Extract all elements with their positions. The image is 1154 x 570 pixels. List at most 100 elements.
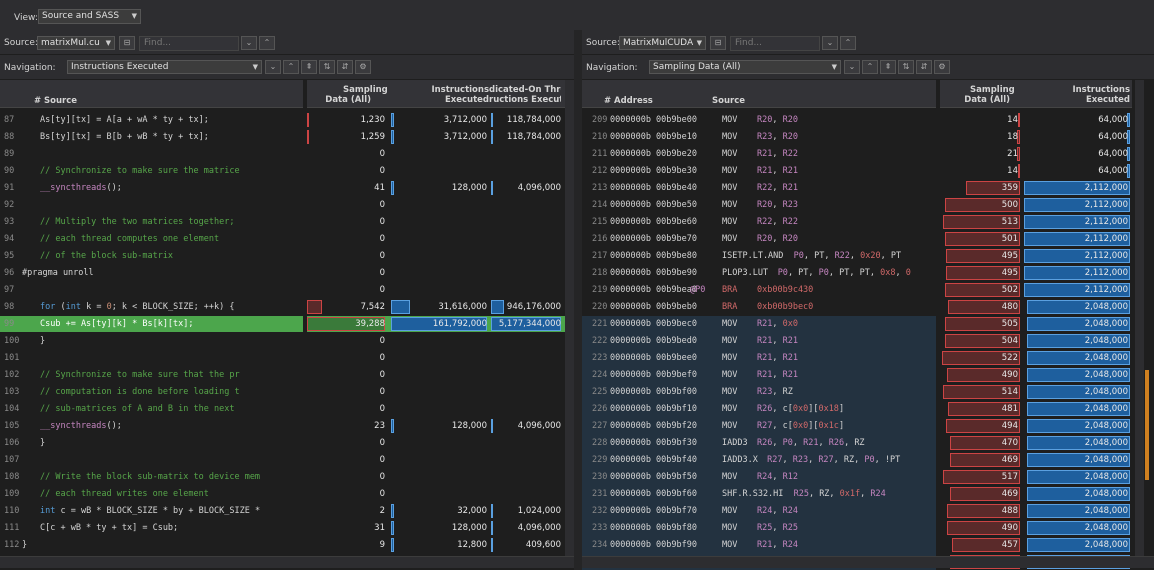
operand-token: R24 — [870, 489, 886, 499]
sass-line[interactable]: 234 0000000b 00b9bf90 MOV R21, R24 — [582, 537, 936, 554]
col-sampling-1[interactable]: Sampling — [343, 85, 388, 95]
left-vertical-scrollbar[interactable] — [565, 80, 574, 562]
left-source-select[interactable]: matrixMul.cu ▼ — [37, 36, 115, 50]
col-pred-1[interactable]: dicated-On Threa — [489, 85, 561, 95]
sass-line[interactable]: 215 0000000b 00b9be60 MOV R22, R22 — [582, 214, 936, 231]
sass-line[interactable]: 221 0000000b 00b9bec0 MOV R21, 0x0 — [582, 316, 936, 333]
sass-line[interactable]: 231 0000000b 00b9bf60 SHF.R.S32.HI R25, RZ,… — [582, 486, 936, 503]
settings-icon[interactable]: ⚙ — [934, 60, 950, 74]
find-next-button[interactable]: ⌃ — [259, 36, 275, 50]
left-source-code[interactable]: 87 As[ty][tx] = A[a + wA * ty + tx]; 88 B… — [0, 112, 303, 567]
sass-line[interactable]: 219 0000000b 00b9bea0 @P0 BRA 0xb00b9c430 — [582, 282, 936, 299]
right-horizontal-scrollbar[interactable] — [582, 556, 1154, 568]
metric-value: 2,048,000 — [1084, 353, 1128, 363]
source-line[interactable]: 103 // computation is done before loadin… — [0, 384, 303, 401]
source-line[interactable]: 111 C[c + wB * ty + tx] = Csub; — [0, 520, 303, 537]
sass-line[interactable]: 214 0000000b 00b9be50 MOV R20, R23 — [582, 197, 936, 214]
col-sampling-1[interactable]: Sampling — [970, 85, 1015, 95]
left-horizontal-scrollbar[interactable] — [0, 556, 574, 568]
find-prev-button[interactable]: ⌄ — [822, 36, 838, 50]
nav-top-icon[interactable]: ⇞ — [880, 60, 896, 74]
collapse-icon[interactable]: ⊟ — [710, 36, 726, 50]
sass-line[interactable]: 232 0000000b 00b9bf70 MOV R24, R24 — [582, 503, 936, 520]
sass-line[interactable]: 223 0000000b 00b9bee0 MOV R21, R21 — [582, 350, 936, 367]
sass-line[interactable]: 224 0000000b 00b9bef0 MOV R21, R21 — [582, 367, 936, 384]
source-line[interactable]: 89 — [0, 146, 303, 163]
source-line[interactable]: 88 Bs[ty][tx] = B[b + wB * ty + tx]; — [0, 129, 303, 146]
source-line[interactable]: 100 } — [0, 333, 303, 350]
right-vertical-scrollbar[interactable] — [1135, 80, 1144, 562]
sass-line[interactable]: 212 0000000b 00b9be30 MOV R21, R21 — [582, 163, 936, 180]
nav-up-button[interactable]: ⌃ — [862, 60, 878, 74]
sass-line[interactable]: 210 0000000b 00b9be10 MOV R23, R20 — [582, 129, 936, 146]
sass-line[interactable]: 228 0000000b 00b9bf30 IADD3 R26, P0, R21, R… — [582, 435, 936, 452]
source-line[interactable]: 108 // Write the block sub-matrix to dev… — [0, 469, 303, 486]
source-line[interactable]: 90 // Synchronize to make sure the matri… — [0, 163, 303, 180]
sort-icon[interactable]: ⇅ — [898, 60, 914, 74]
source-line[interactable]: 110 int c = wB * BLOCK_SIZE * by + BLOCK… — [0, 503, 303, 520]
metric-value: 64,000 — [1098, 115, 1128, 125]
source-line[interactable]: 104 // sub-matrices of A and B in the ne… — [0, 401, 303, 418]
source-line[interactable]: 91 __syncthreads(); — [0, 180, 303, 197]
collapse-icon[interactable]: ⊟ — [119, 36, 135, 50]
sass-line[interactable]: 218 0000000b 00b9be90 PLOP3.LUT P0, PT, P0,… — [582, 265, 936, 282]
opcode: MOV — [722, 472, 738, 482]
sass-line[interactable]: 217 0000000b 00b9be80 ISETP.LT.AND P0, PT, … — [582, 248, 936, 265]
operand-token: 0x0 — [792, 404, 809, 414]
source-line[interactable]: 102 // Synchronize to make sure that the… — [0, 367, 303, 384]
nav-down-button[interactable]: ⌄ — [844, 60, 860, 74]
source-line[interactable]: 92 — [0, 197, 303, 214]
sass-line[interactable]: 222 0000000b 00b9bed0 MOV R21, R21 — [582, 333, 936, 350]
sass-line[interactable]: 209 0000000b 00b9be00 MOV R20, R20 — [582, 112, 936, 129]
sass-line[interactable]: 220 0000000b 00b9beb0 BRA 0xb00b9bec0 — [582, 299, 936, 316]
source-line[interactable]: 109 // each thread writes one element — [0, 486, 303, 503]
line-number: 105 — [4, 421, 20, 431]
sass-line[interactable]: 230 0000000b 00b9bf50 MOV R24, R12 — [582, 469, 936, 486]
nav-top-icon[interactable]: ⇞ — [301, 60, 317, 74]
operands: R21, R24 — [757, 537, 798, 554]
sort-icon[interactable]: ⇅ — [319, 60, 335, 74]
sass-line[interactable]: 213 0000000b 00b9be40 MOV R22, R21 — [582, 180, 936, 197]
chevron-down-icon: ▼ — [696, 39, 702, 47]
source-line[interactable]: 95 // of the block sub-matrix — [0, 248, 303, 265]
source-line[interactable]: 107 — [0, 452, 303, 469]
sort-desc-icon[interactable]: ⇵ — [337, 60, 353, 74]
right-source-bar: Source: MatrixMulCUDA ▼ ⊟ Find... ⌄ ⌃ — [582, 30, 1154, 54]
sass-line[interactable]: 216 0000000b 00b9be70 MOV R20, R20 — [582, 231, 936, 248]
source-code-text: As[ty][tx] = A[a + wA * ty + tx]; — [40, 112, 209, 129]
col-instr-1[interactable]: Instructions — [1060, 85, 1130, 95]
operands: R26, P0, R21, R26, RZ — [757, 435, 865, 452]
source-line[interactable]: 99 Csub += As[ty][k] * Bs[k][tx]; — [0, 316, 303, 333]
source-line[interactable]: 93 // Multiply the two matrices together… — [0, 214, 303, 231]
source-line[interactable]: 106 } — [0, 435, 303, 452]
sort-desc-icon[interactable]: ⇵ — [916, 60, 932, 74]
sass-line[interactable]: 229 0000000b 00b9bf40 IADD3.X R27, R23, R27… — [582, 452, 936, 469]
source-line[interactable]: 87 As[ty][tx] = A[a + wA * ty + tx]; — [0, 112, 303, 129]
left-nav-select[interactable]: Instructions Executed ▼ — [67, 60, 262, 74]
right-sass-code[interactable]: 209 0000000b 00b9be00 MOV R20, R20 210 000000… — [582, 112, 936, 570]
source-line[interactable]: 112} — [0, 537, 303, 554]
find-prev-button[interactable]: ⌄ — [241, 36, 257, 50]
source-line[interactable]: 97 — [0, 282, 303, 299]
sass-line[interactable]: 211 0000000b 00b9be20 MOV R21, R22 — [582, 146, 936, 163]
sass-line[interactable]: 233 0000000b 00b9bf80 MOV R25, R25 — [582, 520, 936, 537]
view-select[interactable]: Source and SASS ▼ — [38, 9, 141, 24]
col-instr-1[interactable]: Instructions — [419, 85, 489, 95]
right-source-select[interactable]: MatrixMulCUDA ▼ — [619, 36, 706, 50]
source-line[interactable]: 96 #pragma unroll — [0, 265, 303, 282]
left-find-input[interactable]: Find... — [139, 36, 239, 51]
nav-down-button[interactable]: ⌄ — [265, 60, 281, 74]
sass-line[interactable]: 225 0000000b 00b9bf00 MOV R23, RZ — [582, 384, 936, 401]
source-line[interactable]: 98 for (int k = 0; k < BLOCK_SIZE; ++k) … — [0, 299, 303, 316]
source-line[interactable]: 105 __syncthreads(); — [0, 418, 303, 435]
settings-icon[interactable]: ⚙ — [355, 60, 371, 74]
source-line[interactable]: 101 — [0, 350, 303, 367]
nav-up-button[interactable]: ⌃ — [283, 60, 299, 74]
find-next-button[interactable]: ⌃ — [840, 36, 856, 50]
metric-value: 0 — [379, 472, 385, 482]
right-find-input[interactable]: Find... — [730, 36, 820, 51]
source-line[interactable]: 94 // each thread computes one element — [0, 231, 303, 248]
sass-line[interactable]: 226 0000000b 00b9bf10 MOV R26, c[0x0][0x18] — [582, 401, 936, 418]
right-nav-select[interactable]: Sampling Data (All) ▼ — [649, 60, 841, 74]
sass-line[interactable]: 227 0000000b 00b9bf20 MOV R27, c[0x0][0x1c] — [582, 418, 936, 435]
